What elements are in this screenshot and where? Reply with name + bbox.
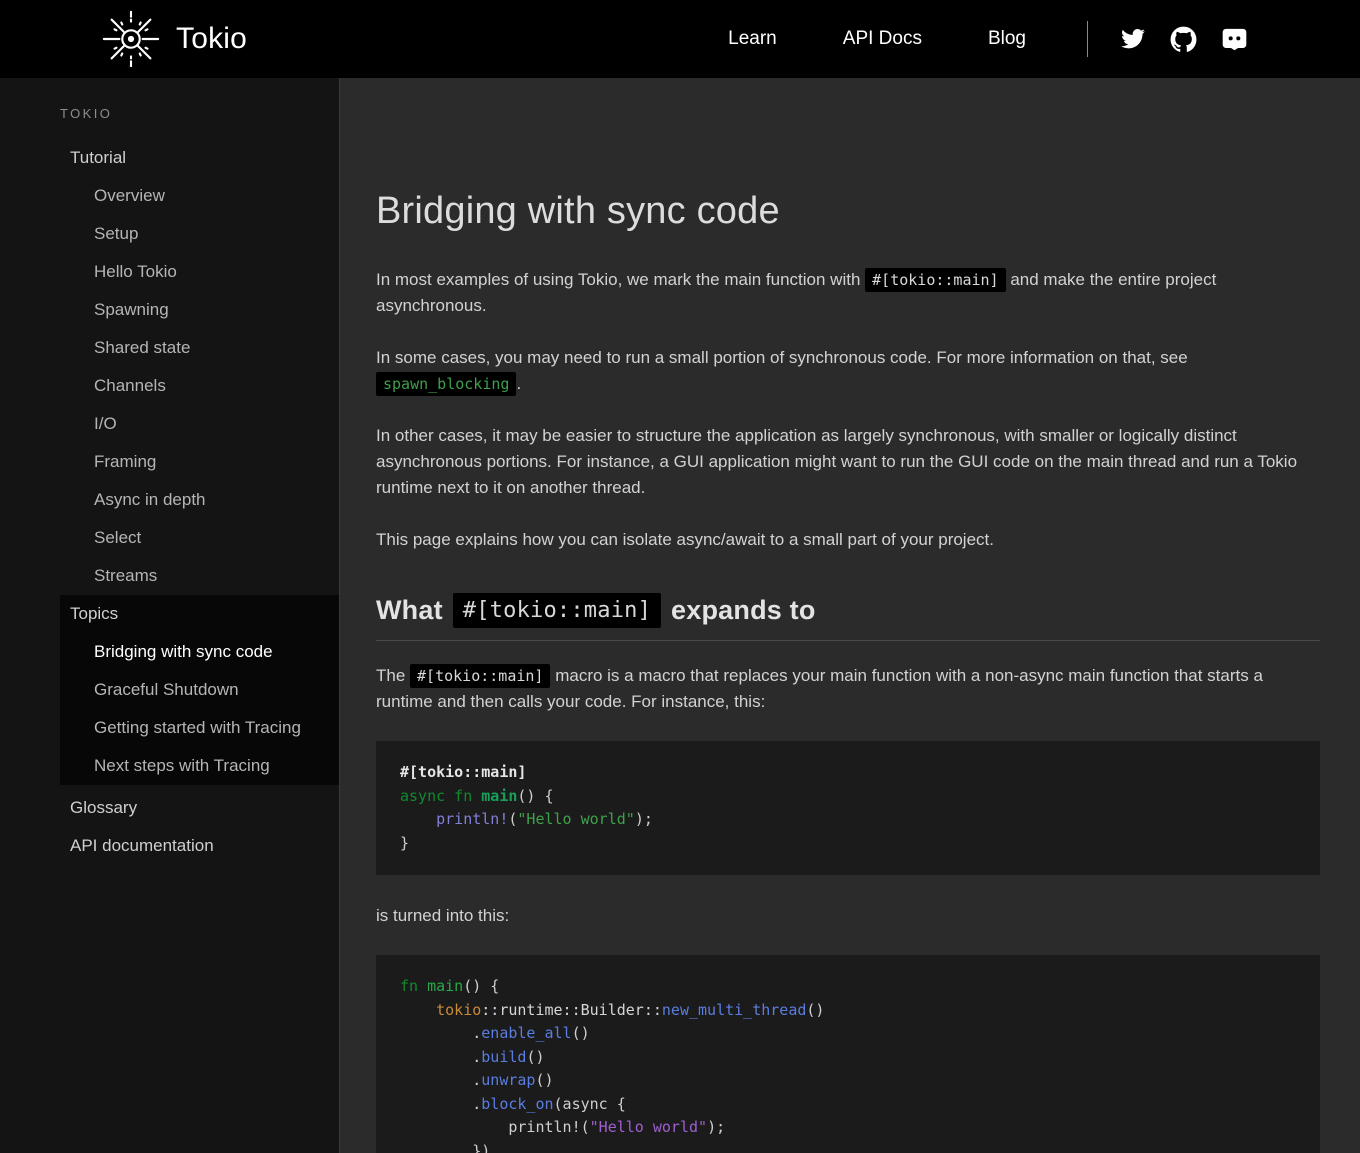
paragraph-macro-explanation: The #[tokio::main] macro is a macro that…: [376, 663, 1320, 715]
discord-icon[interactable]: [1221, 26, 1248, 53]
sidebar-section-title: TOKIO: [60, 106, 113, 121]
paragraph-spawn-blocking-text-b: .: [516, 374, 522, 393]
inline-code-heading-tokio-main: #[tokio::main]: [452, 593, 662, 628]
sidebar-group-topics[interactable]: Topics: [60, 595, 339, 633]
paragraph-intro-text-a: In most examples of using Tokio, we mark…: [376, 270, 861, 289]
paragraph-spawn-blocking: In some cases, you may need to run a sma…: [376, 345, 1320, 397]
page-title: Bridging with sync code: [376, 190, 780, 232]
page-shell: TOKIO Tutorial Overview Setup Hello Toki…: [0, 78, 1360, 1153]
section-heading-what-expands-to: What #[tokio::main] expands to: [376, 593, 1320, 641]
sidebar-item-channels[interactable]: Channels: [0, 367, 339, 405]
sidebar-item-spawning[interactable]: Spawning: [0, 291, 339, 329]
main-content: Bridging with sync code In most examples…: [340, 78, 1360, 1153]
sidebar-item-api-documentation[interactable]: API documentation: [0, 827, 339, 865]
nav-link-api-docs[interactable]: API Docs: [843, 28, 922, 50]
sidebar-navigation: TOKIO Tutorial Overview Setup Hello Toki…: [0, 78, 340, 1153]
sidebar-group-topics-block: Topics Bridging with sync code Graceful …: [60, 595, 339, 785]
sidebar-item-select[interactable]: Select: [0, 519, 339, 557]
sidebar-item-framing[interactable]: Framing: [0, 443, 339, 481]
paragraph-other-cases: In other cases, it may be easier to stru…: [376, 426, 1298, 497]
paragraph-page-explains: This page explains how you can isolate a…: [376, 530, 994, 549]
nav-link-learn[interactable]: Learn: [728, 28, 777, 50]
paragraph-intro: In most examples of using Tokio, we mark…: [376, 267, 1320, 319]
github-icon[interactable]: [1170, 26, 1197, 53]
code-block-expanded-source: fn main() { tokio::runtime::Builder::new…: [376, 955, 1320, 1153]
sidebar-item-getting-started-with-tracing[interactable]: Getting started with Tracing: [60, 709, 339, 747]
paragraph-spawn-blocking-text-a: In some cases, you may need to run a sma…: [376, 348, 1188, 367]
sidebar-item-graceful-shutdown[interactable]: Graceful Shutdown: [60, 671, 339, 709]
nav-right-group: Learn API Docs Blog: [695, 21, 1260, 57]
brand-home-link[interactable]: Tokio: [100, 8, 247, 70]
sidebar-item-setup[interactable]: Setup: [0, 215, 339, 253]
section-heading-text-b: expands to: [671, 595, 816, 625]
sidebar-item-shared-state[interactable]: Shared state: [0, 329, 339, 367]
top-navigation-bar: Tokio Learn API Docs Blog: [0, 0, 1360, 78]
code-block-tokio-main-source: #[tokio::main] async fn main() { println…: [376, 741, 1320, 875]
twitter-icon[interactable]: [1120, 26, 1146, 52]
sun-starburst-icon: [100, 8, 162, 70]
sidebar-tail-group: Glossary API documentation: [0, 785, 339, 865]
sidebar-item-io[interactable]: I/O: [0, 405, 339, 443]
sidebar-item-overview[interactable]: Overview: [0, 177, 339, 215]
sidebar-item-async-in-depth[interactable]: Async in depth: [0, 481, 339, 519]
sidebar-item-streams[interactable]: Streams: [0, 557, 339, 595]
paragraph-turned-into: is turned into this:: [376, 906, 510, 925]
paragraph-macro-text-a: The: [376, 666, 406, 685]
sidebar-item-bridging-with-sync-code[interactable]: Bridging with sync code: [60, 633, 339, 671]
section-heading-text-a: What: [376, 595, 443, 625]
sidebar-item-next-steps-with-tracing[interactable]: Next steps with Tracing: [60, 747, 339, 785]
sidebar-item-glossary[interactable]: Glossary: [0, 789, 339, 827]
sidebar-item-hello-tokio[interactable]: Hello Tokio: [0, 253, 339, 291]
brand-name: Tokio: [176, 22, 248, 55]
inline-code-spawn-blocking: spawn_blocking: [376, 372, 517, 396]
nav-link-blog[interactable]: Blog: [988, 28, 1026, 50]
inline-code-tokio-main: #[tokio::main]: [865, 268, 1006, 292]
sidebar-group-tutorial[interactable]: Tutorial: [0, 139, 339, 177]
spawn-blocking-link[interactable]: spawn_blocking: [376, 372, 517, 396]
inline-code-macro-tokio-main: #[tokio::main]: [410, 664, 551, 688]
nav-divider: [1087, 21, 1088, 57]
